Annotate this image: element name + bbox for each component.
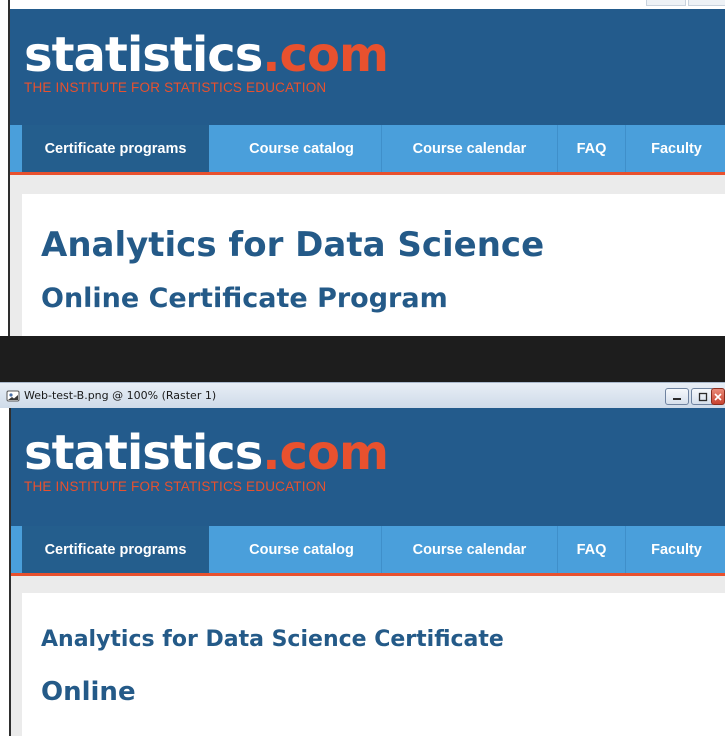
window-titlebar[interactable]: Web-test-B.png @ 100% (Raster 1) xyxy=(0,382,725,408)
nav-item-faq[interactable]: FAQ xyxy=(557,526,625,573)
main-nav: Certificate programs Course catalog Cour… xyxy=(10,125,725,175)
window-button-ghost xyxy=(688,0,725,6)
image-canvas: statistics.com THE INSTITUTE FOR STATIST… xyxy=(9,408,725,736)
logo-text-tld: .com xyxy=(262,425,389,481)
main-nav: Certificate programs Course catalog Cour… xyxy=(11,526,725,576)
content-area: Analytics for Data Science Certificate O… xyxy=(11,576,725,736)
site-tagline: THE INSTITUTE FOR STATISTICS EDUCATION xyxy=(24,479,327,494)
page-title: Analytics for Data Science Certificate xyxy=(41,627,504,652)
logo-text-tld: .com xyxy=(262,27,389,83)
site-header: statistics.com THE INSTITUTE FOR STATIST… xyxy=(10,9,725,125)
top-strip xyxy=(10,0,725,9)
nav-item-course-calendar[interactable]: Course calendar xyxy=(381,526,557,573)
nav-item-faculty[interactable]: Faculty xyxy=(625,526,725,573)
minimize-icon xyxy=(673,397,681,400)
nav-item-faculty[interactable]: Faculty xyxy=(625,125,725,172)
nav-item-course-catalog[interactable]: Course catalog xyxy=(222,125,381,172)
screenshot-panel-a: statistics.com THE INSTITUTE FOR STATIST… xyxy=(8,0,725,336)
window-button-ghost xyxy=(646,0,686,6)
page-title: Analytics for Data Science xyxy=(41,225,545,265)
page-subtitle: Online xyxy=(41,677,136,707)
nav-item-certificate-programs[interactable]: Certificate programs xyxy=(22,125,209,172)
content-area: Analytics for Data Science Online Certif… xyxy=(10,175,725,336)
site-logo[interactable]: statistics.com xyxy=(24,31,389,79)
nav-item-certificate-programs[interactable]: Certificate programs xyxy=(22,526,209,573)
logo-text-main: statistics xyxy=(24,425,263,481)
image-file-icon xyxy=(6,389,20,403)
site-logo[interactable]: statistics.com xyxy=(24,429,389,477)
nav-item-course-calendar[interactable]: Course calendar xyxy=(381,125,557,172)
content-card: Analytics for Data Science Certificate O… xyxy=(22,593,725,736)
minimize-button[interactable] xyxy=(665,388,689,405)
close-icon xyxy=(714,392,722,401)
logo-text-main: statistics xyxy=(24,27,263,83)
maximize-icon xyxy=(698,392,708,401)
window-title: Web-test-B.png @ 100% (Raster 1) xyxy=(24,389,217,402)
nav-item-faq[interactable]: FAQ xyxy=(557,125,625,172)
nav-item-course-catalog[interactable]: Course catalog xyxy=(222,526,381,573)
close-button[interactable] xyxy=(711,388,725,405)
raster-window: Web-test-B.png @ 100% (Raster 1) statist… xyxy=(0,382,725,736)
dark-separator xyxy=(0,336,725,382)
site-tagline: THE INSTITUTE FOR STATISTICS EDUCATION xyxy=(24,80,327,95)
content-card: Analytics for Data Science Online Certif… xyxy=(22,194,725,336)
site-header: statistics.com THE INSTITUTE FOR STATIST… xyxy=(11,408,725,526)
page-subtitle: Online Certificate Program xyxy=(41,283,448,314)
